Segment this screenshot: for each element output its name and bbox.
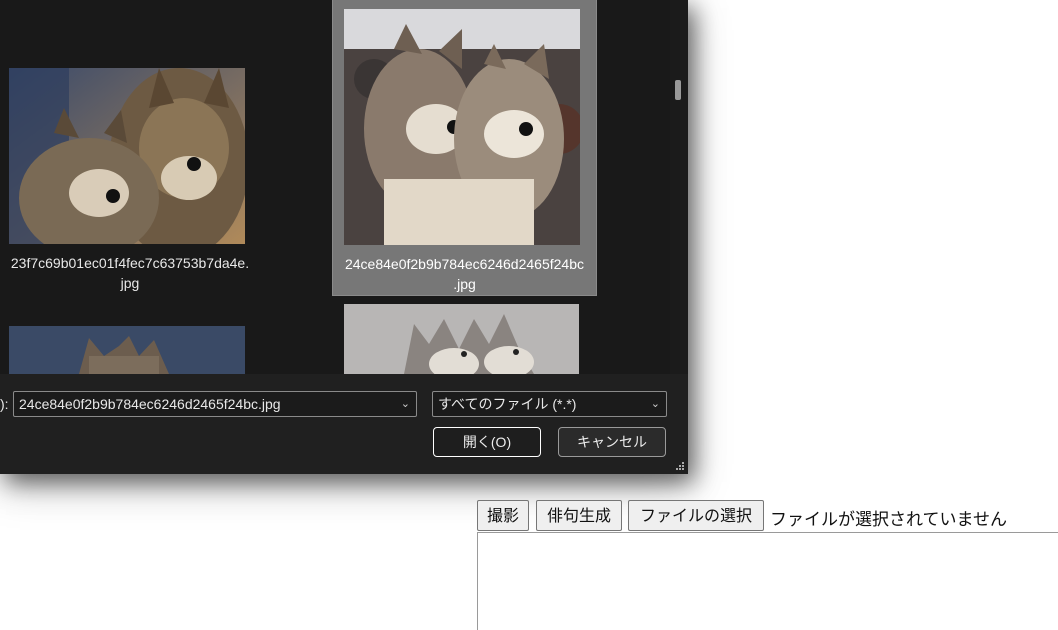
wolf-thumbnail-image	[9, 68, 245, 244]
file-name-line1: 24ce84e0f2b9b784ec6246d2465f24bc	[344, 256, 584, 272]
output-textarea[interactable]	[477, 532, 1058, 630]
wolf-thumbnail-image[interactable]	[9, 326, 245, 374]
file-select-button[interactable]: ファイルの選択	[628, 500, 764, 531]
filename-value: 24ce84e0f2b9b784ec6246d2465f24bc.jpg	[19, 396, 281, 412]
filename-label: ):	[0, 396, 9, 412]
file-open-dialog: 23f7c69b01ec01f4fec7c63753b7da4e. jpg 24…	[0, 0, 688, 474]
file-item-selected[interactable]: 24ce84e0f2b9b784ec6246d2465f24bc .jpg	[332, 0, 597, 296]
file-name-line2: jpg	[120, 275, 140, 291]
haiku-generate-button[interactable]: 俳句生成	[536, 500, 622, 531]
filename-combobox[interactable]: 24ce84e0f2b9b784ec6246d2465f24bc.jpg ⌄	[13, 391, 417, 417]
chevron-down-icon[interactable]: ⌄	[651, 392, 660, 416]
filetype-value: すべてのファイル (*.*)	[438, 396, 577, 412]
wolf-thumbnail-image	[344, 9, 580, 245]
chevron-down-icon[interactable]: ⌄	[401, 392, 410, 416]
cancel-button[interactable]: キャンセル	[558, 427, 666, 457]
resize-grip-icon[interactable]	[674, 462, 684, 472]
file-name-line2: .jpg	[453, 276, 476, 292]
wolf-thumbnail-image[interactable]	[344, 304, 579, 374]
scrollbar-thumb[interactable]	[675, 80, 681, 100]
file-name-line1: 23f7c69b01ec01f4fec7c63753b7da4e.	[10, 255, 250, 271]
open-button[interactable]: 開く(O)	[433, 427, 541, 457]
file-list-view: 23f7c69b01ec01f4fec7c63753b7da4e. jpg 24…	[0, 0, 670, 374]
no-file-selected-text: ファイルが選択されていません	[770, 510, 1007, 530]
vertical-scrollbar[interactable]	[670, 0, 688, 374]
dialog-bottom-bar: ): 24ce84e0f2b9b784ec6246d2465f24bc.jpg …	[0, 374, 688, 474]
file-item[interactable]: 23f7c69b01ec01f4fec7c63753b7da4e. jpg	[0, 60, 260, 296]
capture-button[interactable]: 撮影	[477, 500, 529, 531]
filetype-combobox[interactable]: すべてのファイル (*.*) ⌄	[432, 391, 667, 417]
